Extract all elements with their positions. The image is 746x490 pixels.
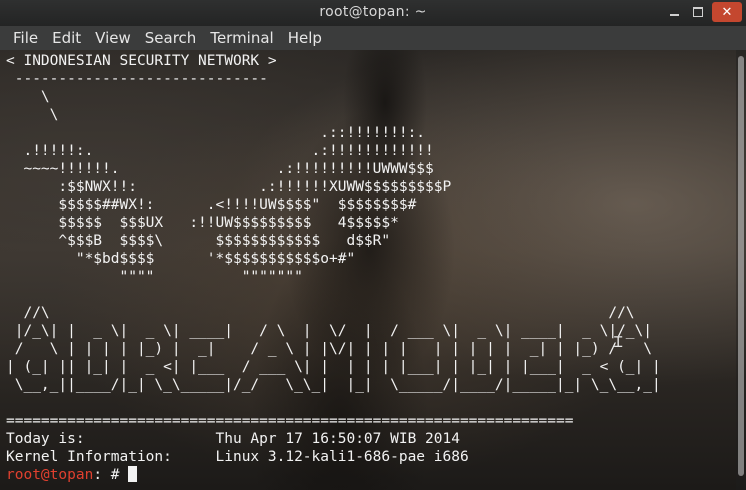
text-cursor: [128, 466, 138, 482]
menu-help[interactable]: Help: [281, 29, 329, 47]
scrollbar-thumb[interactable]: [738, 56, 744, 476]
prompt-user: root@topan: [6, 467, 94, 483]
prompt-suffix: : #: [93, 467, 129, 483]
close-button[interactable]: ✕: [712, 2, 742, 22]
menu-search[interactable]: Search: [138, 29, 204, 47]
maximize-icon: [693, 7, 703, 17]
menu-view[interactable]: View: [88, 29, 138, 47]
menu-bar: File Edit View Search Terminal Help: [0, 26, 746, 50]
terminal-area[interactable]: < INDONESIAN SECURITY NETWORK > --------…: [0, 50, 746, 490]
close-icon: ✕: [721, 4, 733, 20]
maximize-button[interactable]: [686, 2, 710, 22]
minimize-icon: [669, 14, 679, 16]
scrollbar[interactable]: [736, 50, 746, 490]
prompt-line[interactable]: root@topan: #: [6, 466, 138, 484]
menu-file[interactable]: File: [6, 29, 45, 47]
menu-terminal[interactable]: Terminal: [203, 29, 280, 47]
terminal-output: < INDONESIAN SECURITY NETWORK > --------…: [6, 53, 661, 465]
terminal-window: root@topan: ~ ✕ File Edit View Search Te…: [0, 0, 746, 490]
title-bar[interactable]: root@topan: ~ ✕: [0, 0, 746, 26]
ibeam-cursor-icon: Ɪ: [614, 333, 623, 351]
menu-edit[interactable]: Edit: [45, 29, 88, 47]
window-title: root@topan: ~: [319, 4, 427, 20]
minimize-button[interactable]: [662, 2, 686, 22]
